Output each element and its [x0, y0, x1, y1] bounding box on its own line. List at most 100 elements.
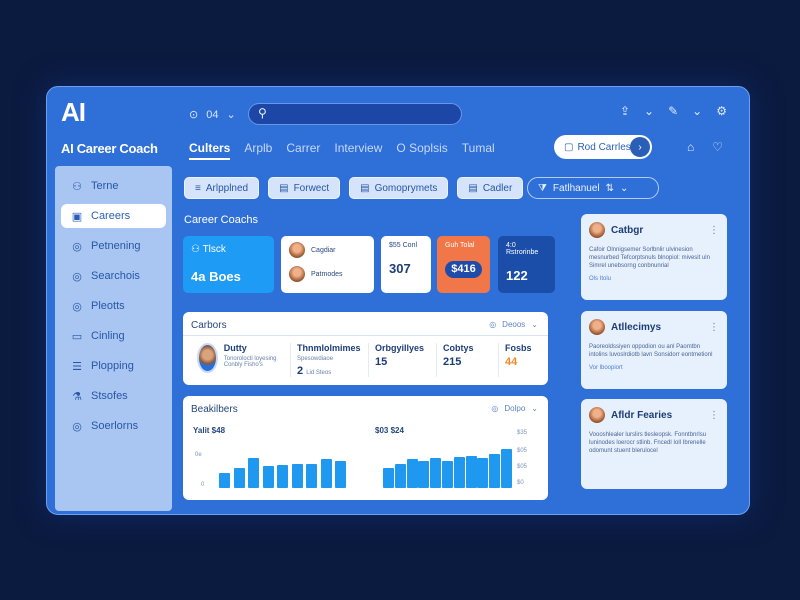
- stat-card-people[interactable]: Cagdiar Patmodes: [281, 236, 374, 293]
- bar: [394, 464, 406, 488]
- axis-tick: $05: [517, 464, 528, 470]
- stat-card-count[interactable]: $55 Conl 307: [381, 236, 431, 293]
- home-icon[interactable]: ⌂: [687, 140, 694, 154]
- stat-label: $55 Conl: [389, 242, 418, 249]
- sidebar-item-label: Careers: [91, 210, 131, 222]
- chevron-down-icon[interactable]: ⌄: [644, 104, 654, 118]
- tab-carrer[interactable]: Carrer: [286, 141, 320, 160]
- more-icon[interactable]: ⋮: [709, 410, 719, 421]
- sidebar-item-searchois[interactable]: ◎ Searchois: [61, 264, 166, 288]
- career-col-orbgyillyes[interactable]: Orbgyillyes 15: [369, 343, 437, 377]
- tab-soplsis[interactable]: O Soplsis: [396, 141, 447, 160]
- more-icon[interactable]: ⋮: [709, 322, 719, 333]
- card-body: Paoreoldssiyen oppodion ou anl Paomtbn i…: [589, 344, 713, 358]
- globe-icon: ◎: [72, 240, 82, 253]
- grid-icon: ▤: [279, 182, 289, 194]
- panel-dropdown[interactable]: ◎ Deoos ⌄: [489, 320, 538, 329]
- sidebar-item-plopping[interactable]: ☰ Plopping: [61, 354, 166, 378]
- card-link[interactable]: Vor lboopiort: [589, 365, 719, 371]
- search-icon: ⚲: [258, 106, 267, 120]
- stat-card-restore[interactable]: 4:0 Rstrorinbe 122: [498, 236, 555, 293]
- card-title: Catbgr: [611, 224, 644, 236]
- bar: [430, 458, 442, 488]
- pen-icon[interactable]: ✎: [668, 104, 678, 118]
- sidebar-item-pleotts[interactable]: ◎ Pleotts: [61, 294, 166, 318]
- panel-dropdown[interactable]: ◎ Dolpo ⌄: [491, 404, 538, 413]
- career-col-sub: Tonorolocti loyesing Conbly Fisho's: [223, 356, 277, 368]
- career-col-value: 2 Lid Steos: [297, 365, 332, 377]
- sidebar-item-soerlorns[interactable]: ◎ Soerlorns: [61, 414, 166, 438]
- tab-arplb[interactable]: Arplb: [244, 141, 272, 160]
- gear-icon[interactable]: ⚙: [716, 104, 727, 118]
- toggle-icon[interactable]: ›: [630, 137, 650, 157]
- bar-charts-panel: Beakilbers ◎ Dolpo ⌄ Yalit $48 0e 0 $03 $2…: [183, 396, 548, 500]
- filter-icon: ⧩: [538, 182, 547, 194]
- card-body: Cafoir Olnnigsemer Sorlbnlir ulvinesion …: [589, 247, 710, 269]
- bar: [233, 468, 245, 488]
- divider: [183, 335, 548, 336]
- axis-tick: 0e: [195, 452, 202, 458]
- career-col-fosbs[interactable]: Fosbs 44: [499, 343, 533, 377]
- card-body: Voooshlealer lurslirs tlesleopsk. Fonntb…: [589, 432, 707, 454]
- sidebar-item-petnening[interactable]: ◎ Petnening: [61, 234, 166, 258]
- career-col-dutty[interactable]: Dutty Tonorolocti loyesing Conbly Fisho'…: [191, 343, 291, 377]
- carrles-button[interactable]: ▢ Rod Carrles ›: [554, 135, 652, 159]
- right-card-afldr-fearies[interactable]: Afldr Fearies ⋮ Voooshlealer lurslirs tle…: [581, 399, 727, 489]
- career-col-thnmlolmimes[interactable]: Thnmlolmimes Spesowdiaoe 2 Lid Steos: [291, 343, 369, 377]
- search-input[interactable]: [248, 103, 462, 125]
- bar: [219, 473, 230, 488]
- bar: [453, 457, 465, 488]
- chip-cadler[interactable]: ▤ Cadler: [457, 177, 524, 199]
- bar: [277, 465, 288, 488]
- axis-tick: $0: [517, 480, 524, 486]
- sidebar-item-cinling[interactable]: ▭ Cinling: [61, 324, 166, 348]
- right-card-catbgr[interactable]: Catbgr ⋮ Cafoir Olnnigsemer Sorlbnlir ulv…: [581, 214, 727, 300]
- axis-tick: 0: [201, 482, 205, 488]
- header-icons: ⇪ ⌄ ✎ ⌄ ⚙: [620, 104, 727, 118]
- chip-arlpplned[interactable]: ≡ Arlpplned: [184, 177, 260, 199]
- share-icon[interactable]: ⇪: [620, 104, 630, 118]
- header-count: 04: [206, 108, 219, 121]
- filter-icon: ◎: [489, 320, 497, 329]
- flask-icon: ⚗: [72, 390, 82, 403]
- tab-culters[interactable]: Culters: [189, 141, 231, 160]
- sidebar-item-stsofes[interactable]: ⚗ Stsofes: [61, 384, 166, 408]
- person-icon: ⚇: [191, 244, 203, 255]
- stat-value: $416: [445, 261, 482, 278]
- tab-tumal[interactable]: Tumal: [462, 141, 495, 160]
- stat-card-total[interactable]: Guh Tolal $416: [437, 236, 490, 293]
- sidebar-item-terne[interactable]: ⚇ Terne: [61, 174, 166, 198]
- avatar: [589, 407, 605, 423]
- sidebar-item-label: Plopping: [91, 360, 134, 372]
- globe-icon: ◎: [72, 420, 82, 433]
- more-icon[interactable]: ⋮: [709, 225, 719, 236]
- panel-title: Beakilbers: [191, 404, 238, 415]
- bar: [489, 454, 501, 488]
- filter-chips: ≡ Arlpplned ▤ Forwect ▤ Gomoprymets ▤ Cadler: [184, 177, 524, 199]
- card-link[interactable]: Ols Itolu: [589, 276, 719, 282]
- globe-icon: ◎: [72, 300, 82, 313]
- header-controls[interactable]: ⊙ 04 ⌄: [189, 108, 236, 122]
- career-col-label: Thnmlolmimes: [297, 343, 361, 353]
- sidebar-item-label: Cinling: [91, 330, 125, 342]
- globe-icon: ◎: [72, 270, 82, 283]
- app-title: AI Career Coach: [61, 141, 158, 156]
- career-col-cobtys[interactable]: Cobtys 215: [437, 343, 499, 377]
- sidebar-item-careers[interactable]: ▣ Careers: [61, 204, 166, 228]
- bar: [406, 459, 418, 488]
- chip-forwect[interactable]: ▤ Forwect: [268, 177, 341, 199]
- chip-gomoprymets[interactable]: ▤ Gomoprymets: [349, 177, 449, 199]
- stat-row-label: Patmodes: [311, 270, 343, 278]
- heart-icon[interactable]: ♡: [712, 140, 723, 154]
- lock-icon: ▢: [564, 141, 574, 153]
- bar: [248, 458, 259, 488]
- career-col-value: 44: [505, 356, 518, 368]
- card-title: Afldr Fearies: [611, 409, 673, 421]
- chevron-down-icon[interactable]: ⌄: [692, 104, 702, 118]
- right-card-atllecimys[interactable]: Atllecimys ⋮ Paoreoldssiyen oppodion ou a…: [581, 311, 727, 389]
- tab-interview[interactable]: Interview: [334, 141, 382, 160]
- bar: [335, 461, 346, 488]
- filter-dropdown[interactable]: ⧩ Fatlhanuel ⇅ ⌄: [527, 177, 659, 199]
- stat-card-tasks[interactable]: ⚇ Tlsck 4a Boes: [183, 236, 274, 293]
- list-icon: ☰: [72, 360, 82, 373]
